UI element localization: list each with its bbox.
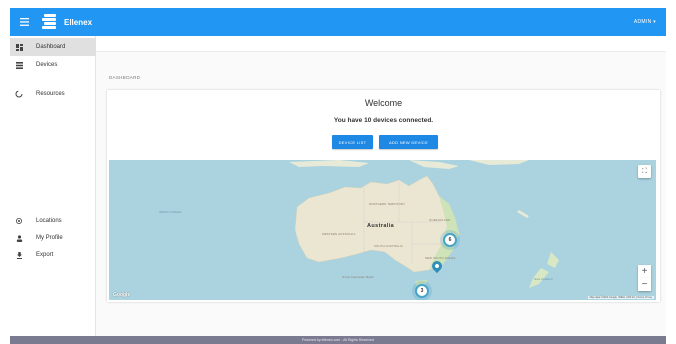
- sidebar: Dashboard Devices Resources Locations My…: [10, 36, 96, 336]
- sidebar-item-label: My Profile: [36, 235, 63, 241]
- device-list-button[interactable]: DEVICE LIST: [332, 135, 373, 149]
- brand-name: Ellenex: [64, 17, 93, 27]
- location-target-icon: [10, 217, 28, 225]
- zoom-in-button[interactable]: +: [638, 265, 651, 278]
- dashboard-icon: [10, 43, 28, 51]
- add-new-device-button[interactable]: ADD NEW DEVICE: [379, 135, 438, 149]
- ocean-label: INDIAN OCEAN: [159, 210, 182, 214]
- region-label: Great Australian Bight: [342, 275, 374, 279]
- sidebar-item-label: Locations: [36, 218, 62, 224]
- fullscreen-icon[interactable]: ⛶: [638, 165, 651, 178]
- sidebar-item-locations[interactable]: Locations: [10, 212, 96, 230]
- map-country-label: Australia: [367, 223, 395, 229]
- region-label: SOUTH AUSTRALIA: [374, 244, 403, 248]
- sidebar-item-my-profile[interactable]: My Profile: [10, 229, 96, 247]
- ellenex-logo-icon: [42, 13, 58, 31]
- dashboard-card: Welcome You have 10 devices connected. D…: [107, 90, 660, 302]
- region-label: NEW SOUTH WALES: [425, 256, 456, 260]
- devices-connected-message: You have 10 devices connected.: [333, 117, 434, 124]
- map-cluster-marker[interactable]: 6: [443, 233, 457, 247]
- google-logo: Google: [113, 292, 131, 298]
- region-label: New Zealand: [534, 277, 553, 281]
- map-land-shapes: [289, 160, 559, 289]
- loading-icon: [10, 90, 28, 98]
- sidebar-item-label: Devices: [36, 62, 58, 68]
- sidebar-item-label: Export: [36, 252, 54, 258]
- region-label: WESTERN AUSTRALIA: [322, 232, 356, 236]
- map-attribution[interactable]: Map data ©2020 Google, INEGI | 200 km | …: [587, 296, 654, 299]
- sidebar-item-dashboard[interactable]: Dashboard: [10, 38, 96, 56]
- map-cluster-marker[interactable]: 3: [415, 284, 429, 298]
- devices-map[interactable]: INDIAN OCEAN NORTHERN TERRITORY WESTERN …: [109, 160, 656, 300]
- sidebar-item-devices[interactable]: Devices: [10, 56, 96, 74]
- footer: Powered by ellenex.com - All Rights Rese…: [10, 336, 666, 344]
- app-window: Ellenex ADMIN ▾ Dashboard Devices Resour…: [10, 8, 666, 344]
- welcome-title: Welcome: [364, 98, 403, 108]
- sidebar-item-label: Resources: [36, 91, 65, 97]
- zoom-out-button[interactable]: −: [638, 278, 651, 291]
- region-label: NORTHERN TERRITORY: [369, 202, 406, 206]
- sidebar-item-resources[interactable]: Resources: [10, 85, 96, 103]
- user-menu-button[interactable]: ADMIN ▾: [634, 8, 656, 36]
- main-content: DASHBOARD Welcome You have 10 devices co…: [96, 36, 666, 336]
- toolbar-strip: [96, 36, 666, 52]
- download-icon: [10, 251, 28, 259]
- person-icon: [10, 234, 28, 242]
- list-icon: [10, 61, 28, 69]
- sidebar-item-export[interactable]: Export: [10, 246, 96, 264]
- sidebar-item-label: Dashboard: [36, 44, 66, 50]
- hamburger-menu-icon[interactable]: [10, 8, 38, 36]
- breadcrumb: DASHBOARD: [109, 75, 141, 80]
- top-app-bar: Ellenex ADMIN ▾: [10, 8, 666, 36]
- region-label: QUEENSLAND: [429, 218, 451, 222]
